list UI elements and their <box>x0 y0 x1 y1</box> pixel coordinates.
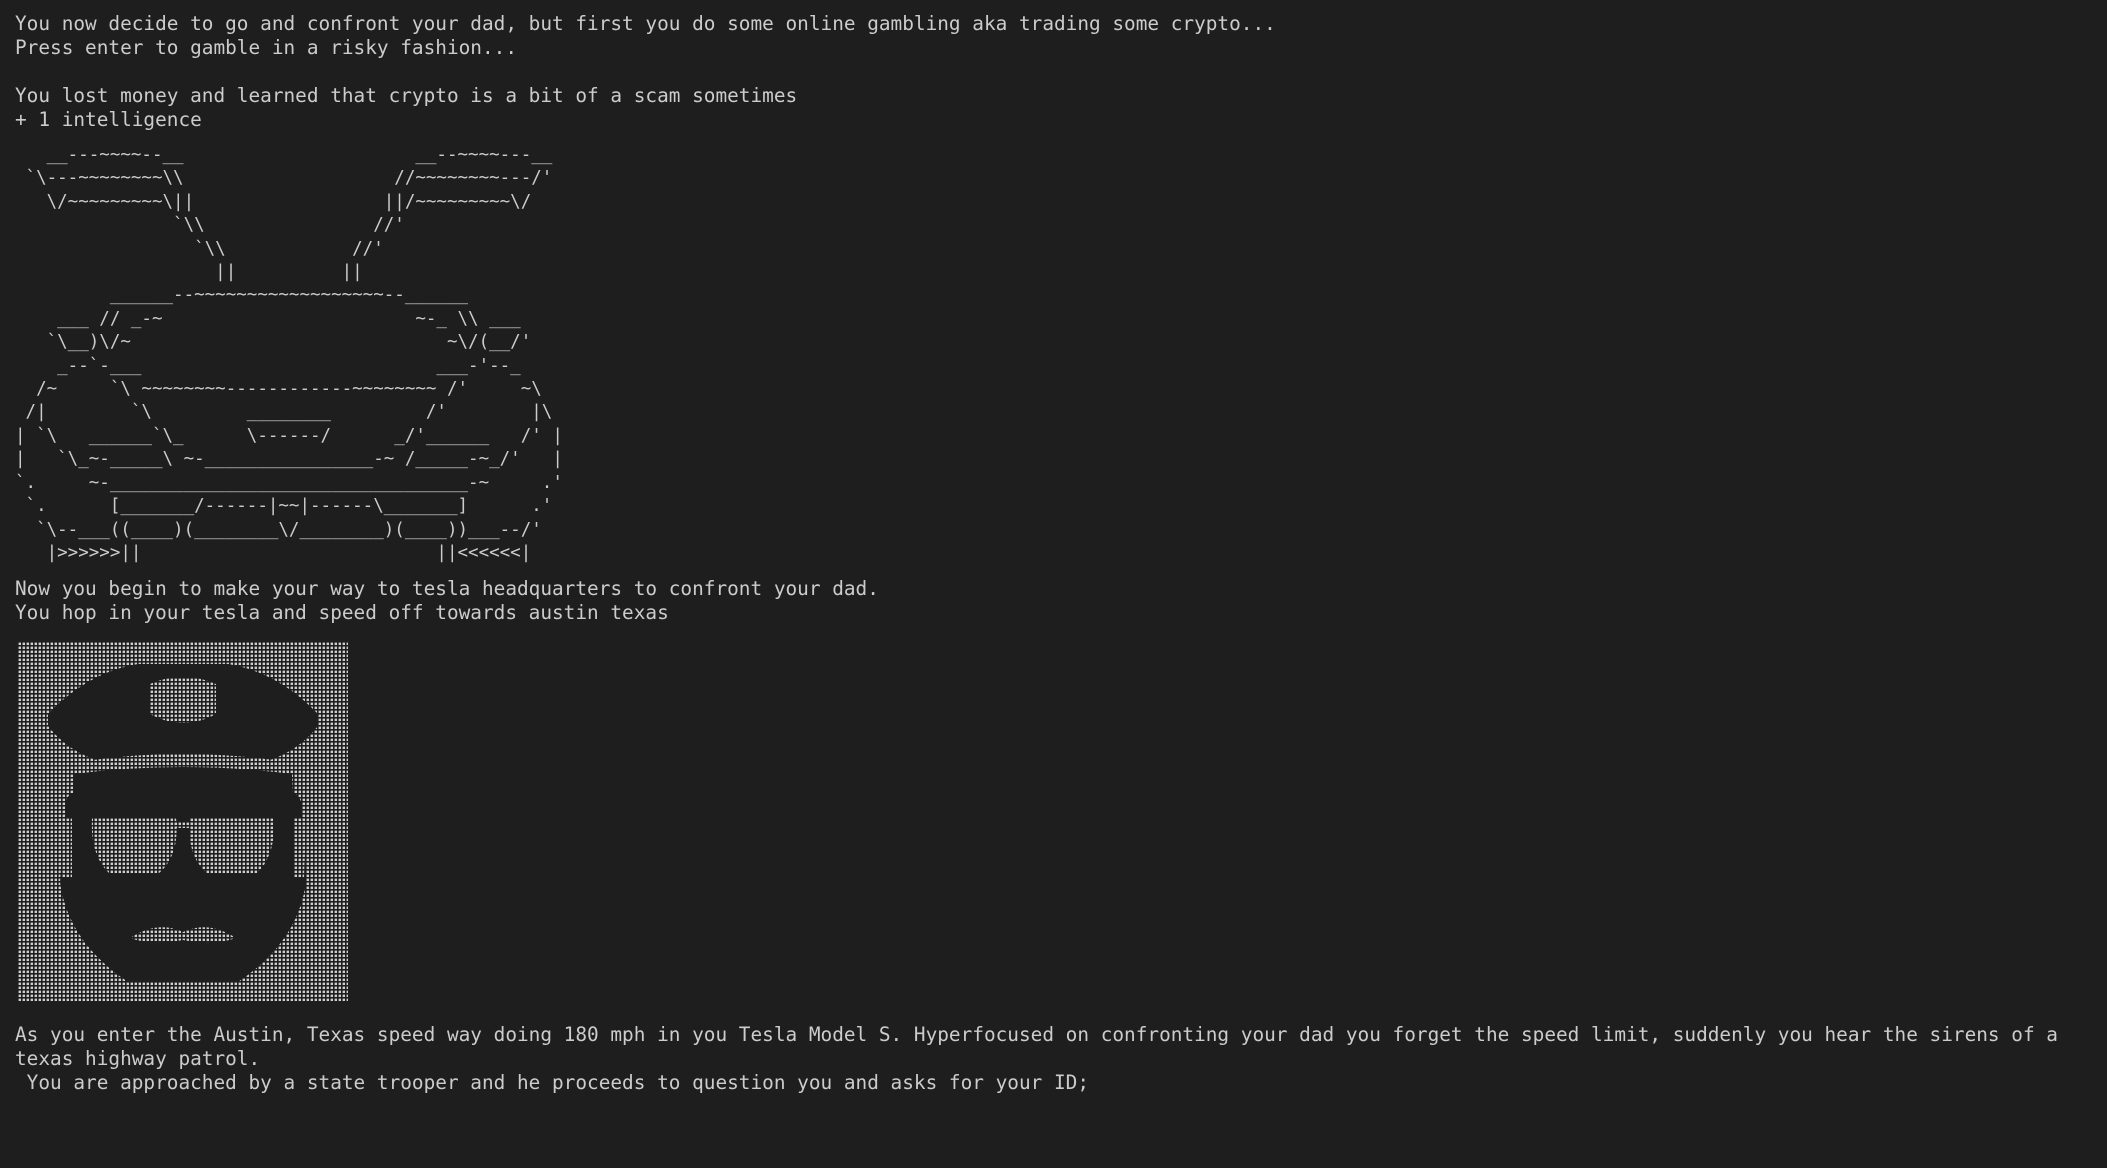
story-paragraph: As you enter the Austin, Texas speed way… <box>15 1023 2070 1071</box>
car-ascii-art: __---~~~~--__ __--~~~~---__ `\---~~~~~~~… <box>15 145 563 563</box>
terminal-output: You now decide to go and confront your d… <box>0 0 2107 1168</box>
story-line: You now decide to go and confront your d… <box>15 12 1276 35</box>
story-line: You hop in your tesla and speed off towa… <box>15 601 669 625</box>
story-line: You are approached by a state trooper an… <box>15 1071 1090 1095</box>
trooper-icon <box>18 642 348 1003</box>
stat-line: + 1 intelligence <box>15 108 202 131</box>
result-line: You lost money and learned that crypto i… <box>15 84 798 107</box>
prompt-line: Press enter to gamble in a risky fashion… <box>15 36 517 59</box>
story-line: Now you begin to make your way to tesla … <box>15 577 879 601</box>
